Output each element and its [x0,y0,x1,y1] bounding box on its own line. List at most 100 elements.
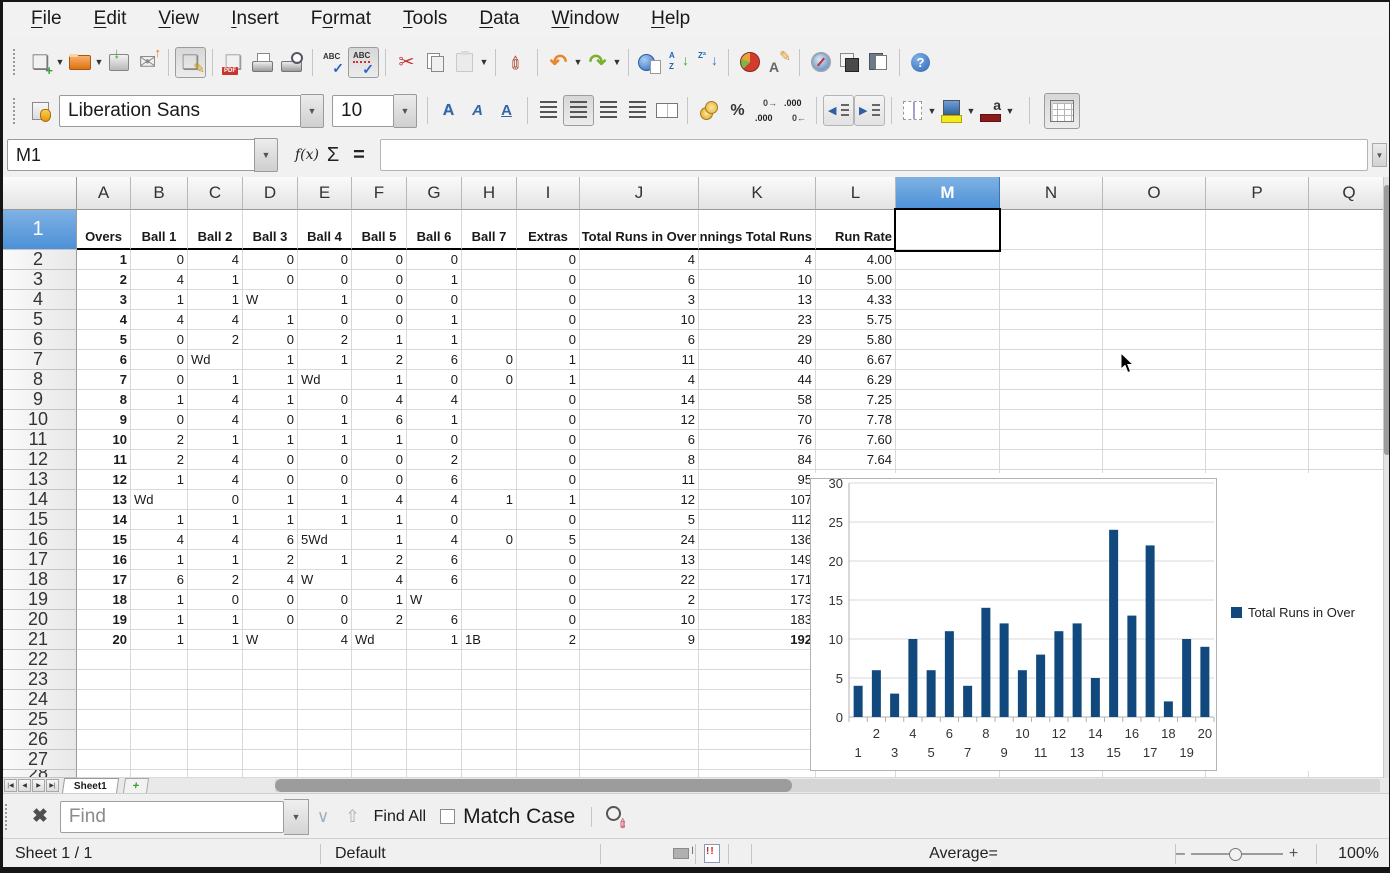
cell-C17[interactable]: 1 [188,550,243,570]
cell-Q7[interactable] [1309,350,1390,370]
cell-B3[interactable]: 4 [131,270,188,290]
cell-A20[interactable]: 19 [77,610,131,630]
row-header-15[interactable]: 15 [0,510,77,530]
cell-D12[interactable]: 0 [243,450,298,470]
cell-M7[interactable] [896,350,1000,370]
cell-G11[interactable]: 0 [407,430,462,450]
insert-chart-icon[interactable] [735,48,764,77]
cell-Q28[interactable] [1309,770,1390,778]
cell-C1[interactable]: Ball 2 [188,210,243,250]
cell-E26[interactable] [298,730,352,750]
show-draw-functions-icon[interactable] [764,48,793,77]
cell-B6[interactable]: 0 [131,330,188,350]
cell-D25[interactable] [243,710,298,730]
row-header-10[interactable]: 10 [0,410,77,430]
cell-I20[interactable]: 0 [517,610,580,630]
next-sheet-icon[interactable]: ▶ [32,779,45,792]
cell-C26[interactable] [188,730,243,750]
cell-L10[interactable]: 7.78 [816,410,896,430]
cell-G9[interactable]: 4 [407,390,462,410]
cell-A25[interactable] [77,710,131,730]
menu-insert[interactable]: Insert [215,5,295,33]
cell-F20[interactable]: 2 [352,610,407,630]
cell-A9[interactable]: 8 [77,390,131,410]
cell-L4[interactable]: 4.33 [816,290,896,310]
cell-P10[interactable] [1206,410,1309,430]
cell-F10[interactable]: 6 [352,410,407,430]
cell-O12[interactable] [1103,450,1206,470]
cell-I17[interactable]: 0 [517,550,580,570]
find-all-button[interactable]: Find All [374,808,426,826]
cell-G16[interactable]: 4 [407,530,462,550]
cell-D17[interactable]: 2 [243,550,298,570]
cell-B1[interactable]: Ball 1 [131,210,188,250]
cell-K20[interactable]: 183 [699,610,816,630]
cell-E12[interactable]: 0 [298,450,352,470]
cell-F15[interactable]: 1 [352,510,407,530]
cell-E9[interactable]: 0 [298,390,352,410]
row-header-22[interactable]: 22 [0,650,77,670]
currency-icon[interactable] [694,96,723,125]
cell-H1[interactable]: Ball 7 [462,210,517,250]
cell-B5[interactable]: 4 [131,310,188,330]
cell-E18[interactable]: W [298,570,352,590]
cell-I3[interactable]: 0 [517,270,580,290]
cell-I18[interactable]: 0 [517,570,580,590]
cell-M4[interactable] [896,290,1000,310]
cell-A1[interactable]: Overs [77,210,131,250]
cell-M2[interactable] [896,250,1000,270]
cell-A12[interactable]: 11 [77,450,131,470]
cell-H28[interactable] [462,770,517,778]
cell-K19[interactable]: 173 [699,590,816,610]
row-header-2[interactable]: 2 [0,250,77,270]
selected-cell-M1[interactable] [894,208,1001,252]
cell-A26[interactable] [77,730,131,750]
cell-H11[interactable] [462,430,517,450]
cell-E13[interactable]: 0 [298,470,352,490]
cell-Q2[interactable] [1309,250,1390,270]
cell-K15[interactable]: 112 [699,510,816,530]
cell-C8[interactable]: 1 [188,370,243,390]
cell-I6[interactable]: 0 [517,330,580,350]
match-case-label[interactable]: Match Case [463,805,575,829]
cell-J18[interactable]: 22 [580,570,699,590]
cell-I21[interactable]: 2 [517,630,580,650]
row-header-6[interactable]: 6 [0,330,77,350]
cell-K23[interactable] [699,670,816,690]
sheet-number-status[interactable]: Sheet 1 / 1 [3,845,320,863]
cell-O9[interactable] [1103,390,1206,410]
cell-C18[interactable]: 2 [188,570,243,590]
cell-H25[interactable] [462,710,517,730]
cell-B14[interactable]: Wd [131,490,188,510]
cell-L9[interactable]: 7.25 [816,390,896,410]
cell-B2[interactable]: 0 [131,250,188,270]
row-header-18[interactable]: 18 [0,570,77,590]
redo-icon[interactable] [583,48,612,77]
cell-C13[interactable]: 4 [188,470,243,490]
cell-Q4[interactable] [1309,290,1390,310]
menu-file[interactable]: File [15,5,78,33]
cell-B7[interactable]: 0 [131,350,188,370]
previous-sheet-icon[interactable]: ◀ [18,779,31,792]
undo-dropdown-icon[interactable]: ▼ [573,57,583,67]
column-header-B[interactable]: B [131,177,188,210]
cell-E17[interactable]: 1 [298,550,352,570]
row-header-3[interactable]: 3 [0,270,77,290]
column-header-Q[interactable]: Q [1309,177,1390,210]
row-header-11[interactable]: 11 [0,430,77,450]
cell-E19[interactable]: 0 [298,590,352,610]
cell-I7[interactable]: 1 [517,350,580,370]
cell-B25[interactable] [131,710,188,730]
cell-C6[interactable]: 2 [188,330,243,350]
align-right-icon[interactable] [594,96,623,125]
cell-E21[interactable]: 4 [298,630,352,650]
cell-H5[interactable] [462,310,517,330]
cell-K12[interactable]: 84 [699,450,816,470]
cell-D8[interactable]: 1 [243,370,298,390]
cell-M5[interactable] [896,310,1000,330]
cell-C27[interactable] [188,750,243,770]
cell-F28[interactable] [352,770,407,778]
cell-K8[interactable]: 44 [699,370,816,390]
print-preview-icon[interactable] [277,48,306,77]
cell-G23[interactable] [407,670,462,690]
